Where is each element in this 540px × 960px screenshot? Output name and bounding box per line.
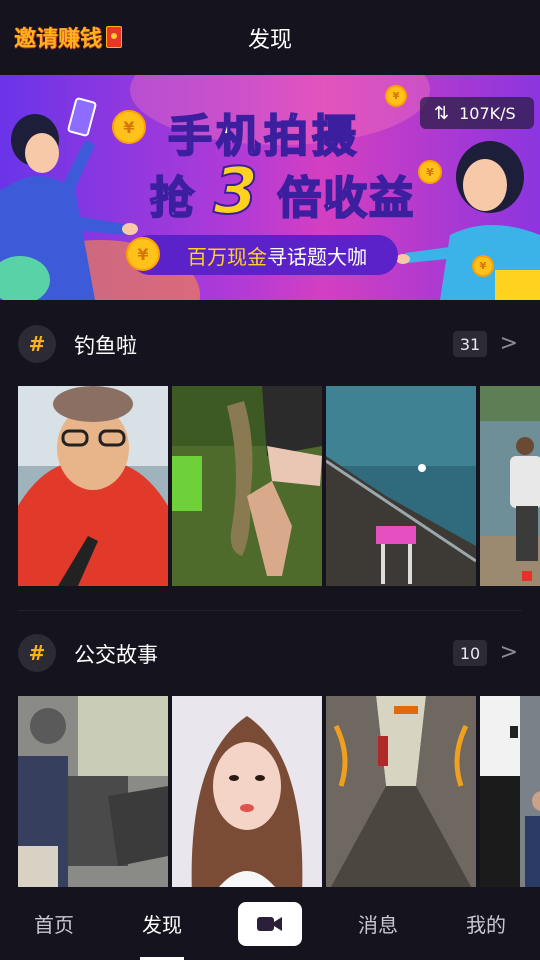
woman-selfie-image (172, 696, 322, 896)
top-header: 邀请赚钱 发现 (0, 0, 540, 75)
promo-banner[interactable]: ¥ ¥ ¥ ¥ 手机拍摄 抢 3 倍收益 ¥ 百万现金寻话题大咖 ⇅ 107K/… (0, 75, 540, 300)
video-thumbnail[interactable] (172, 386, 322, 586)
coin-icon: ¥ (385, 85, 407, 107)
tab-home[interactable]: 首页 (9, 909, 99, 938)
bus-aisle-image (326, 696, 476, 896)
network-speed-indicator: ⇅ 107K/S (420, 97, 534, 129)
topic-header[interactable]: # 公交故事 10 > (0, 622, 540, 682)
topic-title: 钓鱼啦 (74, 334, 137, 358)
banner-subtitle: 百万现金寻话题大咖 (187, 241, 367, 270)
headline-number: 3 (212, 154, 260, 230)
woman-illustration (396, 141, 540, 300)
topic-video-count: 31 (453, 331, 487, 357)
page-title: 发现 (247, 28, 292, 53)
banner-subtitle-pill: ¥ 百万现金寻话题大咖 (126, 235, 398, 275)
headline-prefix: 抢 (149, 172, 196, 225)
coin-icon: ¥ (418, 160, 442, 184)
chevron-right-icon[interactable]: > (500, 640, 518, 665)
topic-video-count: 10 (453, 640, 487, 666)
tab-discover[interactable]: 发现 (117, 909, 207, 938)
video-thumbnail[interactable] (326, 386, 476, 586)
video-thumbnail[interactable] (18, 386, 168, 586)
bus-passengers-image (18, 696, 168, 896)
man-standing-on-bus-image (480, 696, 540, 896)
subtitle-rest: 寻话题大咖 (267, 244, 367, 269)
chevron-right-icon[interactable]: > (500, 331, 518, 356)
video-thumbnail[interactable] (18, 696, 168, 896)
video-thumbnail[interactable] (326, 696, 476, 896)
video-thumbnail[interactable] (480, 386, 540, 586)
hashtag-icon: # (18, 325, 56, 363)
lake-water-shore-image (326, 386, 476, 586)
man-fishing-by-water-image (480, 386, 540, 586)
video-thumbnail[interactable] (172, 696, 322, 896)
topic-thumbnail-row (18, 696, 540, 896)
topic-section-bus-stories: # 公交故事 10 > (0, 622, 540, 682)
topic-section-fishing: # 钓鱼啦 31 > (0, 313, 540, 373)
tab-me[interactable]: 我的 (441, 909, 531, 938)
bottom-tab-bar: 首页 发现 消息 我的 (0, 887, 540, 960)
man-red-hoodie-selfie-image (18, 386, 168, 586)
topic-title: 公交故事 (74, 643, 158, 667)
coin-icon: ¥ (112, 110, 146, 144)
headline-suffix: 倍收益 (276, 172, 416, 225)
transfer-arrows-icon: ⇅ (434, 102, 450, 124)
video-camera-icon (257, 917, 282, 931)
hashtag-icon: # (18, 634, 56, 672)
subtitle-highlight: 百万现金 (187, 244, 267, 269)
tab-messages[interactable]: 消息 (333, 909, 423, 938)
record-video-button[interactable] (238, 902, 302, 946)
section-divider (18, 610, 522, 611)
network-speed-value: 107K/S (459, 103, 516, 123)
topic-header[interactable]: # 钓鱼啦 31 > (0, 313, 540, 373)
coin-icon: ¥ (126, 237, 160, 271)
coin-icon: ¥ (472, 255, 494, 277)
video-thumbnail[interactable] (480, 696, 540, 896)
holding-fish-image (172, 386, 322, 586)
topic-thumbnail-row (18, 386, 540, 586)
banner-headline-line2: 抢 3 倍收益 (149, 154, 416, 230)
